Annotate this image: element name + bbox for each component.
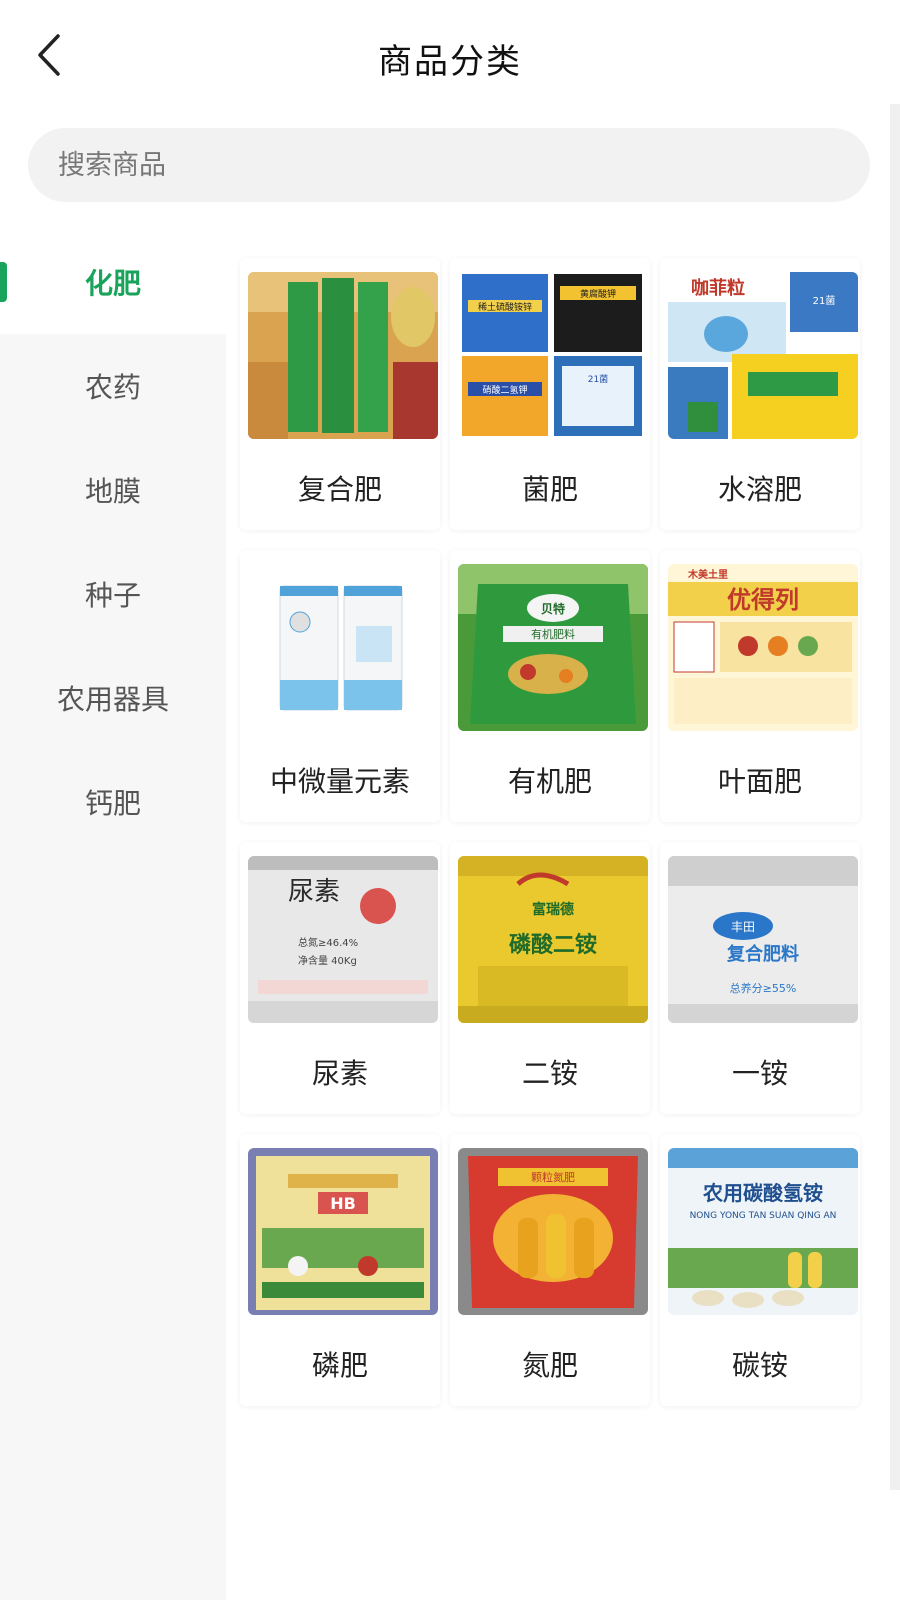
product-image-text: 净含量 40Kg [298, 954, 357, 967]
product-label: 中微量元素 [269, 765, 410, 798]
product-label: 碳铵 [731, 1349, 788, 1382]
product-card-water-soluble-fertilizer[interactable]: 咖菲粒 21菌 水溶肥 [660, 258, 860, 530]
product-image: 丰田 复合肥料 总养分≥55% [668, 856, 858, 1023]
sidebar-item-mulch-film[interactable]: 地膜 [0, 438, 226, 542]
sidebar-item-fertilizer[interactable]: 化肥 [0, 230, 226, 334]
product-label: 一铵 [731, 1057, 788, 1090]
active-indicator [0, 262, 7, 302]
product-image-text: NONG YONG TAN SUAN QING AN [690, 1211, 837, 1221]
product-card-organic-fertilizer[interactable]: 贝特 有机肥料 有机肥 [450, 550, 650, 822]
product-image-text: 木美土里 [687, 568, 728, 581]
product-image: HB [248, 1148, 438, 1315]
product-image: 尿素 总氮≥46.4% 净含量 40Kg [248, 856, 438, 1023]
product-image-text: 有机肥料 [531, 627, 575, 641]
sidebar-item-farm-tools[interactable]: 农用器具 [0, 646, 226, 750]
product-image: 颗粒氮肥 [458, 1148, 648, 1315]
product-image-text: 21菌 [813, 295, 836, 307]
sidebar-item-label: 地膜 [84, 475, 141, 508]
sidebar-item-label: 农用器具 [56, 683, 169, 716]
sidebar-item-pesticide[interactable]: 农药 [0, 334, 226, 438]
product-image-text: 丰田 [731, 920, 755, 934]
product-card-micronutrient[interactable]: 中微量元素 [240, 550, 440, 822]
product-label: 有机肥 [507, 765, 592, 798]
product-image: 稀土硫酸铵锌 黄腐酸钾 硝酸二氢钾 21菌 [458, 272, 648, 439]
product-image-text: 颗粒氮肥 [531, 1170, 575, 1184]
product-label: 尿素 [311, 1057, 368, 1090]
product-image-text: 黄腐酸钾 [580, 288, 616, 300]
product-label: 氮肥 [521, 1349, 578, 1382]
product-image-text: 21菌 [588, 373, 608, 385]
product-label: 水溶肥 [717, 473, 802, 506]
product-card-diammonium[interactable]: 富瑞德 磷酸二铵 二铵 [450, 842, 650, 1114]
sidebar-item-seeds[interactable]: 种子 [0, 542, 226, 646]
product-image-text: 优得列 [727, 586, 799, 614]
search-input[interactable] [56, 148, 840, 182]
product-image-text: 富瑞德 [532, 901, 574, 918]
app-header: 商品分类 [0, 0, 900, 112]
product-image-text: 硝酸二氢钾 [482, 384, 527, 396]
product-image: 农用碳酸氢铵 NONG YONG TAN SUAN QING AN [668, 1148, 858, 1315]
product-label: 磷肥 [311, 1349, 368, 1382]
product-image: 木美土里 优得列 [668, 564, 858, 731]
product-label: 菌肥 [521, 473, 578, 506]
category-sidebar: 化肥 农药 地膜 种子 农用器具 钙肥 [0, 230, 226, 1600]
product-card-monoammonium[interactable]: 丰田 复合肥料 总养分≥55% 一铵 [660, 842, 860, 1114]
product-image: 贝特 有机肥料 [458, 564, 648, 731]
product-card-nitrogen-fertilizer[interactable]: 颗粒氮肥 氮肥 [450, 1134, 650, 1406]
product-image: 富瑞德 磷酸二铵 [458, 856, 648, 1023]
sidebar-item-label: 钙肥 [84, 787, 141, 820]
sidebar-item-label: 化肥 [84, 267, 141, 300]
scrollbar[interactable] [890, 104, 900, 1490]
product-card-compound-fertilizer[interactable]: 复合肥 [240, 258, 440, 530]
product-image-text: 贝特 [541, 601, 565, 616]
product-image-text: 农用碳酸氢铵 [702, 1181, 823, 1205]
product-card-foliar-fertilizer[interactable]: 木美土里 优得列 叶面肥 [660, 550, 860, 822]
product-image-text: 稀土硫酸铵锌 [478, 301, 532, 313]
product-image: 咖菲粒 21菌 [668, 272, 858, 439]
product-image-text: 尿素 [288, 877, 340, 907]
product-image-text: 咖菲粒 [691, 277, 745, 299]
product-card-bio-fertilizer[interactable]: 稀土硫酸铵锌 黄腐酸钾 硝酸二氢钾 21菌 菌肥 [450, 258, 650, 530]
product-image [248, 272, 438, 439]
product-image-text: 总氮≥46.4% [298, 936, 358, 949]
sidebar-item-label: 种子 [84, 579, 141, 612]
product-image-text: HB [330, 1194, 356, 1213]
product-image-text: 磷酸二铵 [509, 932, 597, 958]
product-card-ammonium-bicarbonate[interactable]: 农用碳酸氢铵 NONG YONG TAN SUAN QING AN 碳铵 [660, 1134, 860, 1406]
product-image-text: 复合肥料 [726, 943, 799, 965]
product-image-text: 总养分≥55% [730, 981, 797, 995]
sidebar-item-label: 农药 [84, 371, 141, 404]
product-label: 叶面肥 [717, 765, 802, 798]
sidebar-item-calcium-fertilizer[interactable]: 钙肥 [0, 750, 226, 854]
product-card-urea[interactable]: 尿素 总氮≥46.4% 净含量 40Kg 尿素 [240, 842, 440, 1114]
search-bar[interactable] [28, 128, 870, 202]
product-label: 复合肥 [297, 473, 382, 506]
product-label: 二铵 [521, 1057, 578, 1090]
product-image [248, 564, 438, 731]
product-card-phosphate-fertilizer[interactable]: HB 磷肥 [240, 1134, 440, 1406]
page-title: 商品分类 [378, 42, 522, 82]
